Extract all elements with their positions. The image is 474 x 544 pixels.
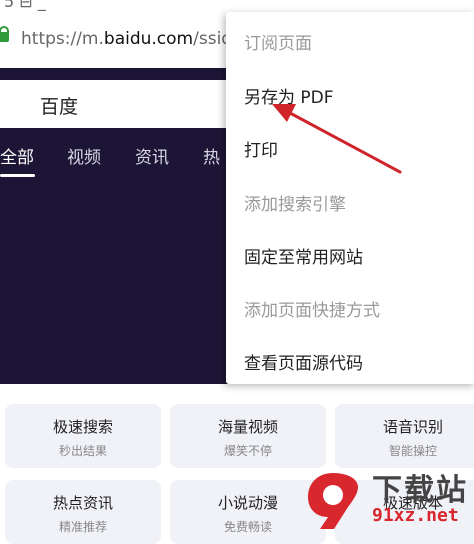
download-site-logo-icon [308, 473, 358, 529]
red-arrow-icon [272, 104, 402, 174]
watermark-site: 91xz.net [372, 505, 459, 526]
watermark-title: 下载站 [372, 473, 468, 508]
watermark: 下载站 91xz.net [302, 463, 474, 532]
